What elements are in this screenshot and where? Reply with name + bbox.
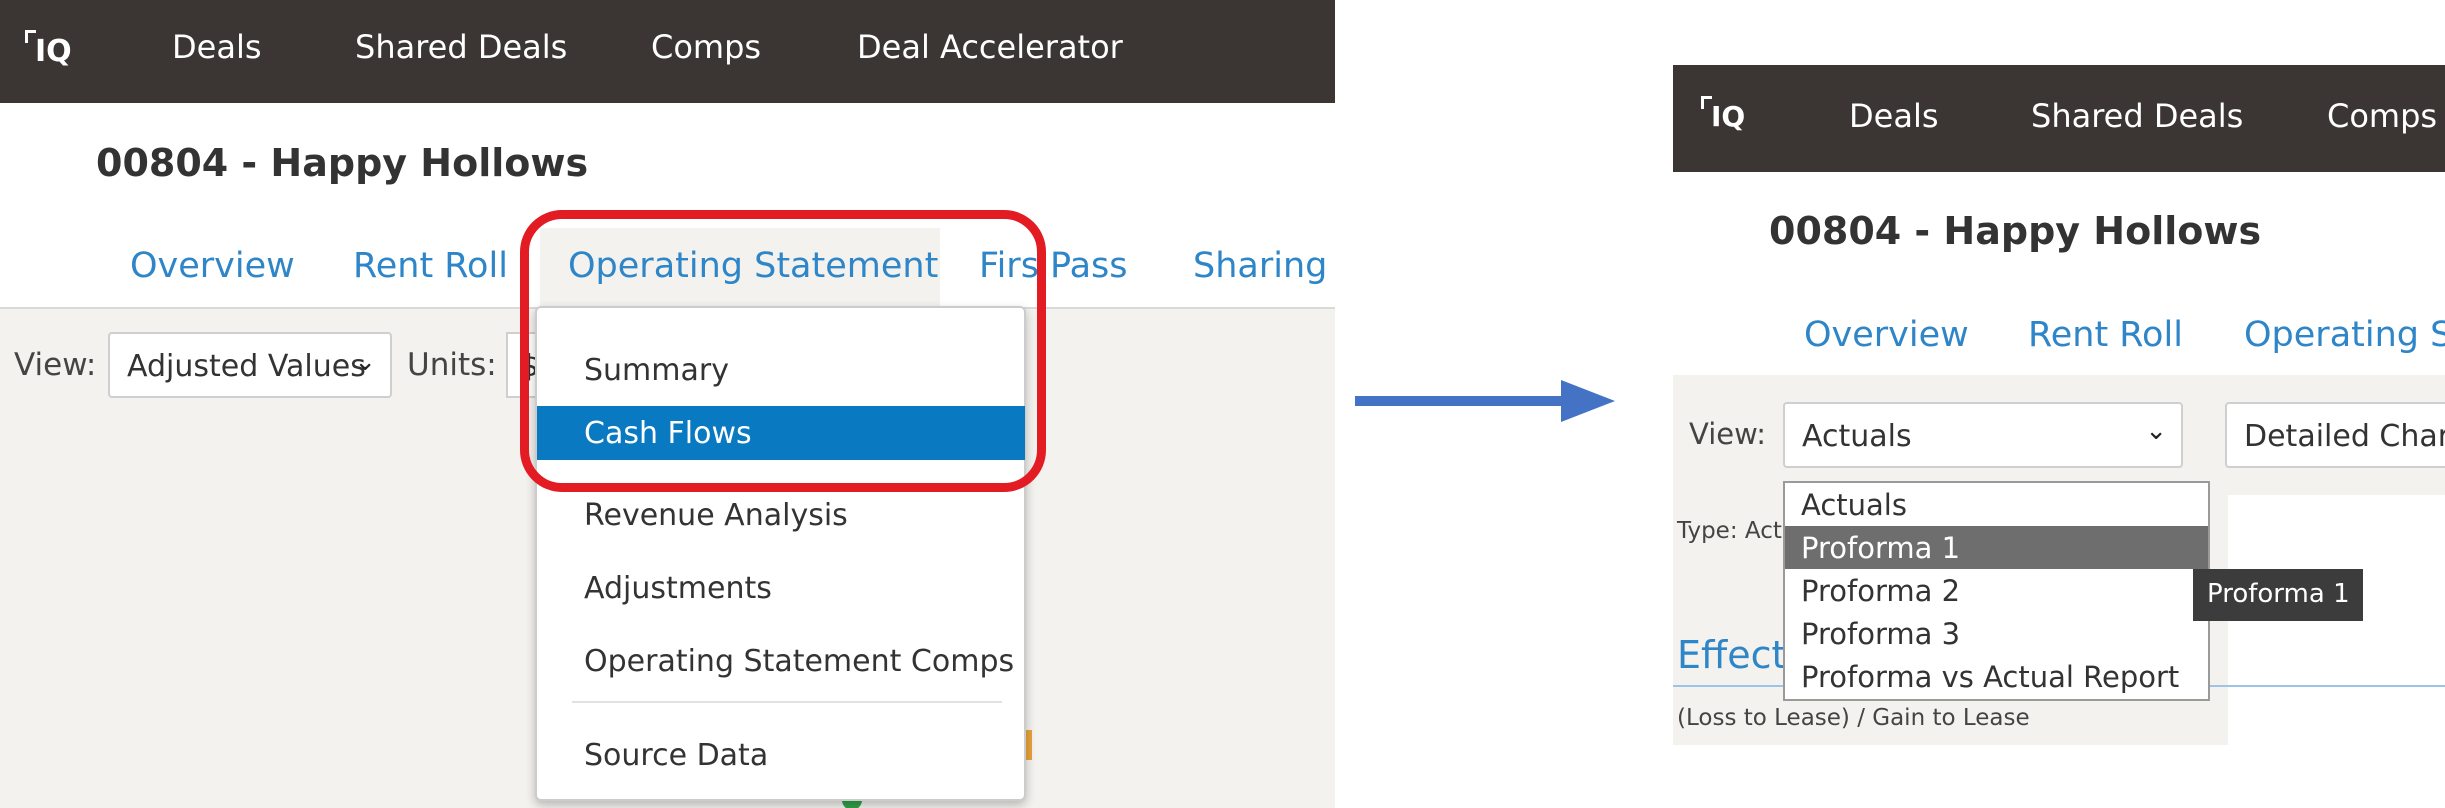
option-actuals[interactable]: Actuals: [1785, 483, 2208, 526]
option-proforma-3[interactable]: Proforma 3: [1785, 612, 2208, 655]
chevron-down-icon: ⌄: [354, 347, 376, 377]
menu-item-operating-statement-comps[interactable]: Operating Statement Comps: [537, 634, 1024, 688]
view-select-value: Actuals: [1802, 419, 1912, 454]
option-tooltip: Proforma 1: [2193, 569, 2363, 621]
top-navigation-bar: IQ Deals Shared Deals Comps: [1673, 65, 2445, 172]
operating-statement-dropdown-menu: Summary Cash Flows Revenue Analysis Adju…: [535, 306, 1026, 801]
tab-overview[interactable]: Overview: [130, 246, 295, 286]
option-proforma-vs-actual-report[interactable]: Proforma vs Actual Report: [1785, 655, 2208, 698]
nav-shared-deals[interactable]: Shared Deals: [355, 28, 567, 66]
tab-overview[interactable]: Overview: [1804, 315, 1969, 355]
tab-first-pass[interactable]: Firs Pass: [979, 246, 1128, 286]
view-select-value: Adjusted Values: [127, 349, 366, 384]
nav-shared-deals[interactable]: Shared Deals: [2031, 97, 2243, 135]
type-label: Type: Act: [1677, 518, 1782, 544]
view-label: View:: [1689, 417, 1767, 451]
section-heading: Effect: [1677, 633, 1787, 677]
annotation-arrow-icon: [1355, 380, 1615, 422]
menu-item-revenue-analysis[interactable]: Revenue Analysis: [537, 488, 1024, 542]
nav-comps[interactable]: Comps: [2327, 97, 2437, 135]
nav-deals[interactable]: Deals: [1849, 97, 1939, 135]
view-select[interactable]: Actuals ⌄: [1783, 402, 2183, 468]
tab-operating-statement[interactable]: Operating Statement: [568, 246, 938, 286]
view-select[interactable]: Adjusted Values ⌄: [108, 332, 392, 398]
left-screenshot: IQ Deals Shared Deals Comps Deal Acceler…: [0, 0, 1335, 808]
option-proforma-2[interactable]: Proforma 2: [1785, 569, 2208, 612]
top-navigation-bar: IQ Deals Shared Deals Comps Deal Acceler…: [0, 0, 1335, 103]
menu-item-summary[interactable]: Summary: [537, 343, 1024, 397]
menu-item-adjustments[interactable]: Adjustments: [537, 561, 1024, 615]
tab-rent-roll[interactable]: Rent Roll: [353, 246, 508, 286]
tab-rent-roll[interactable]: Rent Roll: [2028, 315, 2183, 355]
menu-item-source-data[interactable]: Source Data: [537, 728, 1024, 782]
chart-type-select[interactable]: Detailed Chart: [2225, 402, 2445, 468]
units-label: Units:: [407, 347, 497, 383]
row-label-loss-to-lease: (Loss to Lease) / Gain to Lease: [1677, 705, 2030, 731]
nav-deals[interactable]: Deals: [172, 28, 262, 66]
chevron-down-icon: ⌄: [2145, 416, 2167, 446]
right-screenshot: IQ Deals Shared Deals Comps 00804 - Happ…: [1673, 65, 2445, 745]
iq-logo-icon[interactable]: IQ: [1701, 96, 1749, 140]
tab-operating-statement[interactable]: Operating St: [2244, 315, 2445, 355]
tab-sharing[interactable]: Sharing: [1193, 246, 1327, 286]
chart-type-select-value: Detailed Chart: [2244, 419, 2445, 454]
page-title: 00804 - Happy Hollows: [1769, 209, 2262, 253]
nav-comps[interactable]: Comps: [651, 28, 761, 66]
view-options-dropdown: Actuals Proforma 1 Proforma 2 Proforma 3…: [1783, 481, 2210, 701]
iq-logo-icon[interactable]: IQ: [25, 30, 75, 74]
menu-item-cash-flows[interactable]: Cash Flows: [537, 406, 1025, 460]
nav-deal-accelerator[interactable]: Deal Accelerator: [857, 28, 1123, 66]
option-proforma-1[interactable]: Proforma 1: [1785, 526, 2208, 569]
menu-divider: [572, 701, 1002, 703]
page-title: 00804 - Happy Hollows: [96, 141, 589, 185]
view-label: View:: [14, 347, 97, 383]
